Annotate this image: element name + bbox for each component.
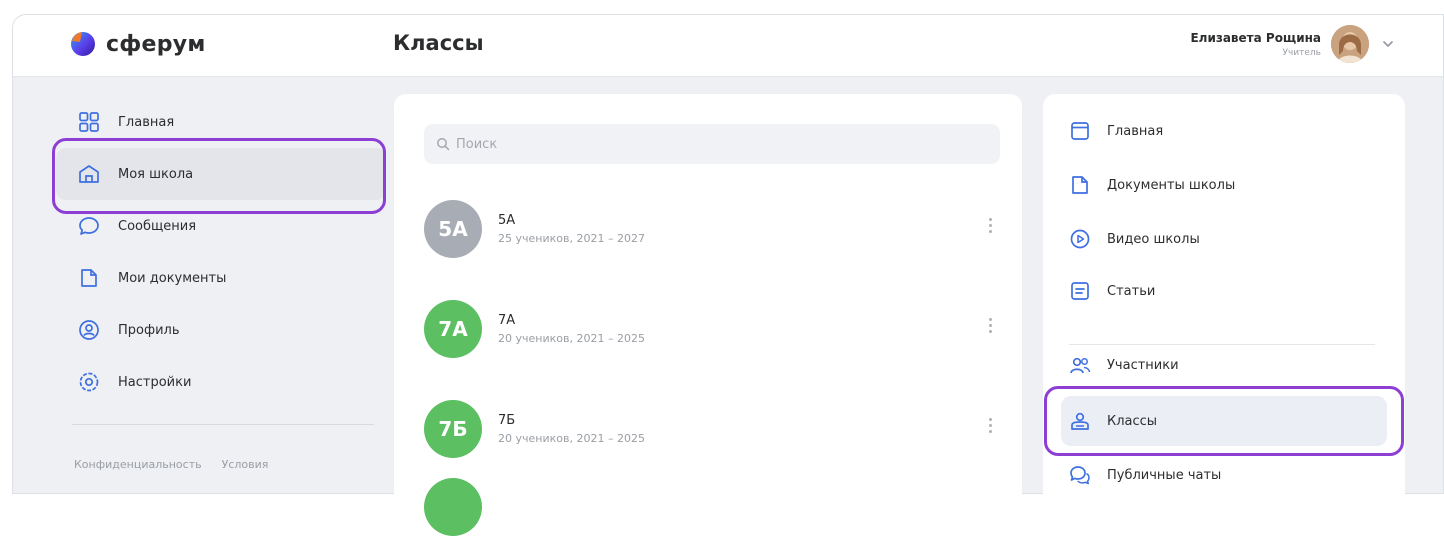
chats-icon xyxy=(1070,466,1090,485)
article-icon xyxy=(1071,282,1089,300)
brand-name: сферум xyxy=(106,31,206,57)
school-nav-label: Статьи xyxy=(1107,283,1156,299)
sidebar-item-home[interactable]: Главная xyxy=(56,96,386,148)
document-icon xyxy=(81,269,97,287)
top-header: сферум Классы Елизавета Рощина Учитель xyxy=(13,15,1443,77)
class-badge: 7Б xyxy=(424,400,482,458)
sferum-logo-icon xyxy=(68,29,98,59)
school-nav-label: Видео школы xyxy=(1107,231,1200,247)
search-icon xyxy=(437,138,450,151)
play-circle-icon xyxy=(1070,229,1090,249)
class-meta: 20 учеников, 2021 – 2025 xyxy=(498,432,645,445)
school-nav-label: Классы xyxy=(1107,413,1158,429)
chat-bubble-icon xyxy=(79,217,99,235)
class-meta: 25 учеников, 2021 – 2027 xyxy=(498,232,645,245)
classes-icon xyxy=(1071,412,1089,430)
sidebar-item-my-school[interactable]: Моя школа xyxy=(56,148,386,200)
school-nav-label: Участники xyxy=(1107,357,1179,373)
document-icon xyxy=(1072,176,1088,194)
chevron-down-icon[interactable] xyxy=(1379,35,1397,53)
sidebar-item-label: Настройки xyxy=(118,374,192,390)
sidebar-item-label: Сообщения xyxy=(118,218,197,234)
avatar[interactable] xyxy=(1331,25,1369,63)
list-item[interactable]: 7А 7А 20 учеников, 2021 – 2025 xyxy=(424,288,1004,370)
sidebar-item-label: Главная xyxy=(118,114,175,130)
window-icon xyxy=(1071,122,1089,140)
search-box[interactable] xyxy=(424,124,1000,164)
page-title: Классы xyxy=(393,31,484,55)
classes-list-panel: 5А 5А 25 учеников, 2021 – 2027 7А 7А 20 … xyxy=(394,94,1022,536)
school-nav-members[interactable]: Участники xyxy=(1061,340,1387,390)
terms-link[interactable]: Условия xyxy=(222,458,269,471)
sidebar-item-label: Моя школа xyxy=(118,166,194,182)
grid-icon xyxy=(79,112,99,132)
sidebar-footer: Конфиденциальность Условия xyxy=(74,458,268,471)
school-nav-label: Документы школы xyxy=(1107,177,1236,193)
more-options-icon[interactable] xyxy=(982,418,998,440)
profile-icon xyxy=(79,320,99,340)
more-options-icon[interactable] xyxy=(982,218,998,240)
sidebar-item-messages[interactable]: Сообщения xyxy=(56,200,386,252)
school-nav-home[interactable]: Главная xyxy=(1061,106,1387,156)
school-nav-label: Публичные чаты xyxy=(1107,467,1222,483)
school-nav-articles[interactable]: Статьи xyxy=(1061,266,1387,316)
sidebar-divider xyxy=(72,424,374,425)
people-icon xyxy=(1070,357,1091,374)
list-item[interactable]: 7Б 7Б 20 учеников, 2021 – 2025 xyxy=(424,388,1004,470)
school-nav-video[interactable]: Видео школы xyxy=(1061,214,1387,264)
user-name: Елизавета Рощина xyxy=(1190,30,1321,45)
user-info: Елизавета Рощина Учитель xyxy=(1190,31,1321,58)
gear-icon xyxy=(79,372,99,392)
search-input[interactable] xyxy=(456,136,976,152)
class-name: 7А xyxy=(498,313,516,328)
school-nav-public-chats[interactable]: Публичные чаты xyxy=(1061,450,1387,500)
sidebar-item-label: Профиль xyxy=(118,322,180,338)
class-badge-partial xyxy=(424,478,482,536)
school-nav-classes[interactable]: Классы xyxy=(1061,396,1387,446)
brand-logo[interactable]: сферум xyxy=(68,29,206,59)
class-name: 5А xyxy=(498,213,516,228)
school-nav-documents[interactable]: Документы школы xyxy=(1061,160,1387,210)
class-badge: 7А xyxy=(424,300,482,358)
class-badge: 5А xyxy=(424,200,482,258)
user-role: Учитель xyxy=(1282,47,1322,58)
class-name: 7Б xyxy=(498,413,516,428)
more-options-icon[interactable] xyxy=(982,318,998,340)
sidebar-item-profile[interactable]: Профиль xyxy=(56,304,386,356)
school-icon xyxy=(79,165,99,183)
sidebar-item-settings[interactable]: Настройки xyxy=(56,356,386,408)
list-item[interactable]: 5А 5А 25 учеников, 2021 – 2027 xyxy=(424,188,1004,270)
class-meta: 20 учеников, 2021 – 2025 xyxy=(498,332,645,345)
school-nav-label: Главная xyxy=(1107,123,1164,139)
user-menu[interactable]: Елизавета Рощина Учитель xyxy=(1190,25,1397,63)
sidebar-item-my-documents[interactable]: Мои документы xyxy=(56,252,386,304)
privacy-link[interactable]: Конфиденциальность xyxy=(74,458,202,471)
left-sidebar: Главная Моя школа Сообщения Мои документ… xyxy=(56,96,386,408)
sidebar-item-label: Мои документы xyxy=(118,270,227,286)
school-nav-panel: Главная Документы школы Видео школы Стат… xyxy=(1043,94,1405,514)
